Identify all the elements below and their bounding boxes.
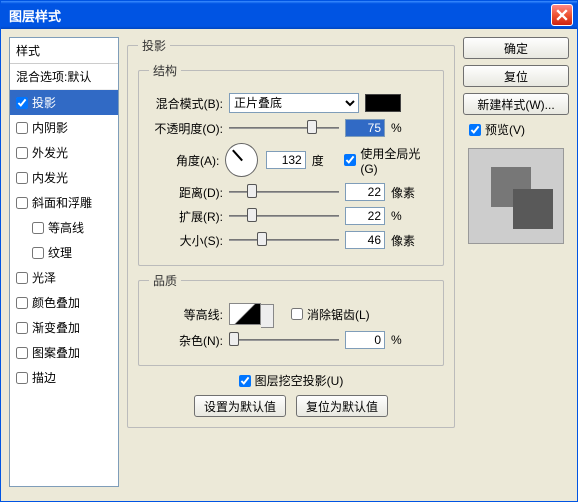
style-item-ds[interactable]: 投影 <box>10 90 118 115</box>
style-item-label: 等高线 <box>48 219 84 236</box>
antialias-input[interactable] <box>291 308 303 320</box>
set-default-button[interactable]: 设置为默认值 <box>194 395 286 417</box>
style-item-label: 纹理 <box>48 244 72 261</box>
style-item-checkbox[interactable] <box>16 297 28 309</box>
style-list-header: 样式 <box>10 38 118 64</box>
spread-unit: % <box>391 209 419 223</box>
distance-unit: 像素 <box>391 184 419 201</box>
style-blend-group[interactable]: 混合选项:默认 <box>10 64 118 90</box>
close-button[interactable] <box>551 4 573 26</box>
style-item-label: 外发光 <box>32 144 68 161</box>
style-item-texture[interactable]: 纹理 <box>10 240 118 265</box>
style-item-contour[interactable]: 等高线 <box>10 215 118 240</box>
opacity-unit: % <box>391 121 419 135</box>
style-item-outerglow[interactable]: 外发光 <box>10 140 118 165</box>
opacity-label: 不透明度(O): <box>149 120 223 137</box>
style-item-bevel[interactable]: 斜面和浮雕 <box>10 190 118 215</box>
dialog-content: 样式 混合选项:默认 投影内阴影外发光内发光斜面和浮雕等高线纹理光泽颜色叠加渐变… <box>1 29 577 501</box>
distance-input[interactable] <box>345 183 385 201</box>
style-item-stroke[interactable]: 描边 <box>10 365 118 390</box>
style-item-label: 内阴影 <box>32 119 68 136</box>
quality-legend: 品质 <box>149 272 181 289</box>
size-unit: 像素 <box>391 232 419 249</box>
style-item-checkbox[interactable] <box>16 172 28 184</box>
style-item-label: 内发光 <box>32 169 68 186</box>
style-item-checkbox[interactable] <box>16 272 28 284</box>
angle-dial[interactable] <box>225 143 257 177</box>
style-item-label: 光泽 <box>32 269 56 286</box>
style-item-gradoverlay[interactable]: 渐变叠加 <box>10 315 118 340</box>
opacity-input[interactable] <box>345 119 385 137</box>
blendmode-select[interactable]: 正片叠底 <box>229 93 359 113</box>
reset-default-button[interactable]: 复位为默认值 <box>296 395 388 417</box>
effect-panel: 投影 结构 混合模式(B): 正片叠底 不透明度(O): <box>127 37 455 428</box>
angle-label: 角度(A): <box>149 152 219 169</box>
window-title: 图层样式 <box>5 6 551 25</box>
style-item-checkbox[interactable] <box>32 247 44 259</box>
titlebar: 图层样式 <box>1 1 577 29</box>
preview-checkbox[interactable]: 预览(V) <box>469 121 569 138</box>
blendmode-label: 混合模式(B): <box>149 95 223 112</box>
structure-legend: 结构 <box>149 62 181 79</box>
global-light-input[interactable] <box>344 154 356 166</box>
noise-unit: % <box>391 333 419 347</box>
distance-slider[interactable] <box>229 184 339 200</box>
style-item-label: 斜面和浮雕 <box>32 194 92 211</box>
style-item-innerglow[interactable]: 内发光 <box>10 165 118 190</box>
style-item-innershadow[interactable]: 内阴影 <box>10 115 118 140</box>
style-item-checkbox[interactable] <box>16 322 28 334</box>
effect-title: 投影 <box>138 37 170 54</box>
style-item-label: 图案叠加 <box>32 344 80 361</box>
quality-group: 品质 等高线: 消除锯齿(L) 杂色(N): % <box>138 272 444 366</box>
noise-input[interactable] <box>345 331 385 349</box>
style-item-checkbox[interactable] <box>16 97 28 109</box>
spread-slider[interactable] <box>229 208 339 224</box>
size-input[interactable] <box>345 231 385 249</box>
ok-button[interactable]: 确定 <box>463 37 569 59</box>
style-item-label: 渐变叠加 <box>32 319 80 336</box>
spread-input[interactable] <box>345 207 385 225</box>
style-item-label: 颜色叠加 <box>32 294 80 311</box>
close-icon <box>556 9 568 21</box>
style-item-checkbox[interactable] <box>16 347 28 359</box>
knockout-input[interactable] <box>239 375 251 387</box>
style-item-checkbox[interactable] <box>16 197 28 209</box>
angle-unit: 度 <box>312 152 339 169</box>
shadow-color-swatch[interactable] <box>365 94 401 112</box>
contour-picker[interactable] <box>229 303 261 325</box>
opacity-slider[interactable] <box>229 120 339 136</box>
antialias-checkbox[interactable]: 消除锯齿(L) <box>291 306 370 323</box>
style-item-checkbox[interactable] <box>32 222 44 234</box>
contour-label: 等高线: <box>149 306 223 323</box>
noise-label: 杂色(N): <box>149 332 223 349</box>
style-list: 样式 混合选项:默认 投影内阴影外发光内发光斜面和浮雕等高线纹理光泽颜色叠加渐变… <box>9 37 119 487</box>
angle-input[interactable] <box>266 151 306 169</box>
distance-label: 距离(D): <box>149 184 223 201</box>
style-item-coloroverlay[interactable]: 颜色叠加 <box>10 290 118 315</box>
preview-input[interactable] <box>469 124 481 136</box>
style-item-satin[interactable]: 光泽 <box>10 265 118 290</box>
style-item-checkbox[interactable] <box>16 122 28 134</box>
style-item-label: 描边 <box>32 369 56 386</box>
style-item-patoverlay[interactable]: 图案叠加 <box>10 340 118 365</box>
structure-group: 结构 混合模式(B): 正片叠底 不透明度(O): % <box>138 62 444 266</box>
cancel-button[interactable]: 复位 <box>463 65 569 87</box>
size-label: 大小(S): <box>149 232 223 249</box>
style-item-checkbox[interactable] <box>16 372 28 384</box>
knockout-checkbox[interactable]: 图层挖空投影(U) <box>239 372 344 389</box>
noise-slider[interactable] <box>229 332 339 348</box>
new-style-button[interactable]: 新建样式(W)... <box>463 93 569 115</box>
size-slider[interactable] <box>229 232 339 248</box>
spread-label: 扩展(R): <box>149 208 223 225</box>
style-item-checkbox[interactable] <box>16 147 28 159</box>
global-light-checkbox[interactable]: 使用全局光(G) <box>344 145 433 176</box>
style-item-label: 投影 <box>32 94 56 111</box>
preview-pane <box>468 148 564 244</box>
